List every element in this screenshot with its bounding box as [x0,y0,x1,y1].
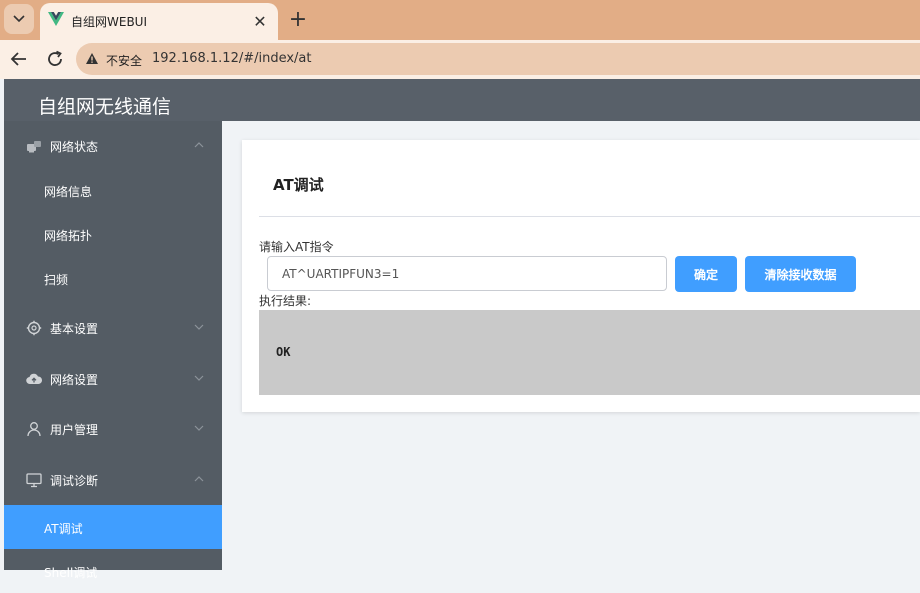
sidebar-item-label: 网络拓扑 [44,229,93,243]
insecure-label: 不安全 [106,54,143,68]
back-arrow-icon[interactable] [8,48,30,70]
menu-group-network-settings[interactable]: 网络设置 [4,354,222,404]
at-command-input[interactable] [267,256,667,291]
cloud-upload-icon [26,373,42,385]
menu-group-user-management[interactable]: 用户管理 [4,404,222,454]
menu-group-label: 调试诊断 [50,474,99,488]
chevron-down-icon [194,425,204,431]
warning-icon [86,53,98,64]
url-text: 192.168.1.12/#/index/at [152,51,312,66]
gear-icon [26,320,42,336]
menu-group-label: 基本设置 [50,322,99,336]
sidebar-item-shell-debug[interactable]: Shell调试 [4,549,222,593]
sidebar-item-frequency-scan[interactable]: 扫频 [4,256,222,300]
app-root: 自组网无线通信 网络状态 网络信息 网络拓扑 扫频 基本设置 网络设置 用户管理… [4,79,920,580]
menu-group-basic-settings[interactable]: 基本设置 [4,303,222,353]
menu-group-debug-diagnostics[interactable]: 调试诊断 [4,455,222,505]
clear-received-button[interactable]: 清除接收数据 [745,256,856,292]
chevron-up-icon [194,476,204,482]
result-label: 执行结果: [259,294,312,308]
monitor-icon [26,473,42,488]
menu-group-network-status[interactable]: 网络状态 [4,121,222,171]
user-icon [27,422,41,437]
page-title: AT调试 [273,176,324,194]
at-debug-card: AT调试 请输入AT指令 确定 清除接收数据 执行结果: OK [242,140,920,412]
browser-tab-bar: 自组网WEBUI ✕ + [0,0,920,40]
browser-address-bar: 不安全 192.168.1.12/#/index/at [0,40,920,79]
sidebar-item-network-info[interactable]: 网络信息 [4,168,222,212]
sidebar-item-at-debug[interactable]: AT调试 [4,505,222,549]
divider [259,216,920,217]
app-title: 自组网无线通信 [38,96,172,118]
menu-group-label: 网络设置 [50,373,99,387]
sidebar-item-label: Shell调试 [44,566,98,580]
browser-tab[interactable]: 自组网WEBUI ✕ [40,3,278,40]
result-text: OK [276,345,291,359]
new-tab-plus-icon[interactable]: + [287,7,309,32]
sidebar-item-label: AT调试 [44,522,83,536]
result-output: OK [259,310,920,395]
network-status-icon [27,141,41,153]
chevron-down-icon [194,324,204,330]
confirm-button[interactable]: 确定 [675,256,737,292]
sidebar-item-label: 网络信息 [44,185,93,199]
chevron-down-icon [194,375,204,381]
app-header: 自组网无线通信 [4,79,920,121]
sidebar-item-label: 扫频 [44,273,69,287]
reload-icon[interactable] [44,48,66,70]
tab-title: 自组网WEBUI [71,15,148,29]
sidebar: 网络状态 网络信息 网络拓扑 扫频 基本设置 网络设置 用户管理 调试诊断 AT… [4,121,222,580]
main-content: AT调试 请输入AT指令 确定 清除接收数据 执行结果: OK [222,121,920,570]
menu-group-label: 用户管理 [50,423,99,437]
tab-search-button[interactable] [4,4,34,34]
chevron-down-icon [13,15,25,23]
at-command-label: 请输入AT指令 [259,240,334,254]
vue-logo-icon [48,12,64,26]
url-omnibox[interactable]: 不安全 192.168.1.12/#/index/at [76,43,920,75]
sidebar-item-network-topology[interactable]: 网络拓扑 [4,212,222,256]
menu-group-label: 网络状态 [50,140,99,154]
chevron-up-icon [194,142,204,148]
close-icon[interactable]: ✕ [250,11,270,31]
